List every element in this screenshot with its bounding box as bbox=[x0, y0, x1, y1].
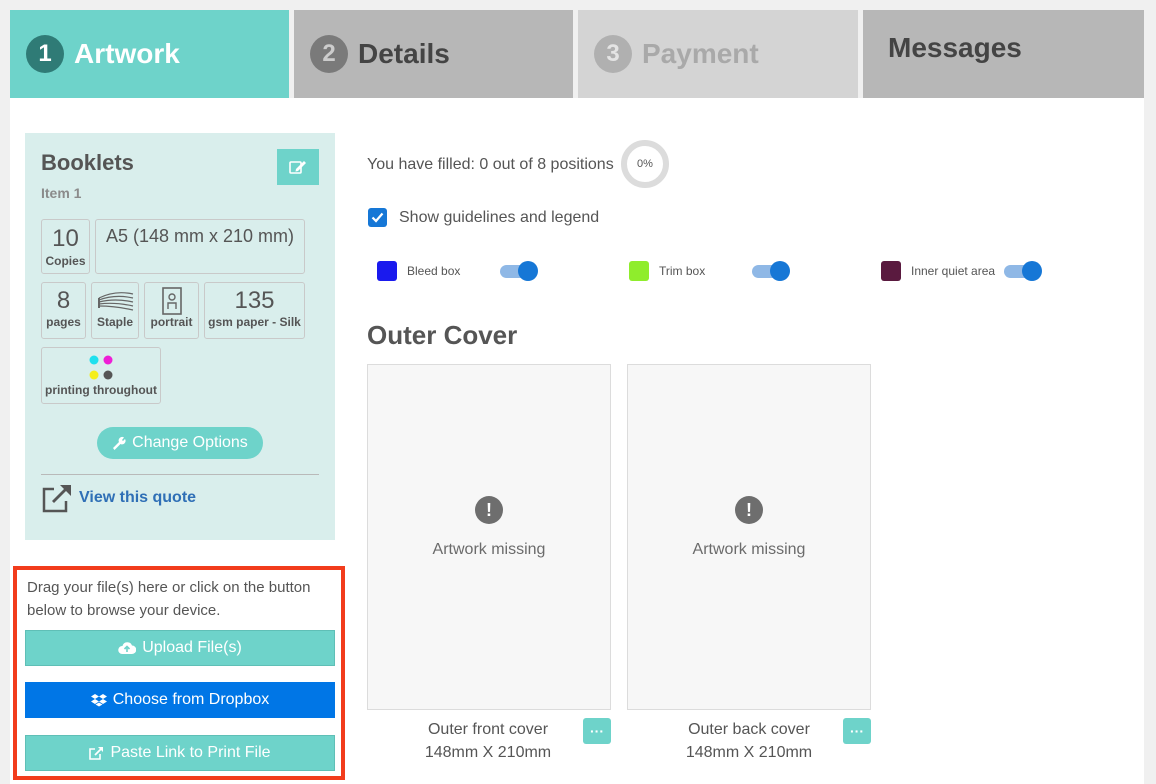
artwork-slot-back[interactable]: ! Artwork missing bbox=[627, 364, 871, 710]
section-title: Outer Cover bbox=[367, 320, 518, 350]
legend-trim-box: Trim box bbox=[629, 261, 705, 281]
guidelines-toggle[interactable]: Show guidelines and legend bbox=[368, 208, 599, 227]
bleed-box-swatch bbox=[377, 261, 397, 281]
step-tabs: 1 Artwork 2 Details 3 Payment Messages bbox=[10, 10, 1144, 98]
tab-details[interactable]: 2 Details bbox=[294, 10, 573, 98]
warning-icon: ! bbox=[735, 496, 763, 524]
tab-artwork[interactable]: 1 Artwork bbox=[10, 10, 289, 98]
front-cover-name: Outer front cover bbox=[427, 721, 549, 738]
inner-quiet-label: Inner quiet area bbox=[911, 264, 996, 278]
trim-box-toggle[interactable] bbox=[752, 261, 790, 281]
guidelines-label: Show guidelines and legend bbox=[399, 208, 600, 226]
cmyk-dots-icon bbox=[89, 355, 113, 380]
upload-files-label: Upload File(s) bbox=[142, 639, 242, 656]
front-cover-more-button[interactable]: ··· bbox=[583, 718, 611, 744]
pages-spec: 8 pages bbox=[41, 282, 86, 339]
bleed-box-toggle[interactable] bbox=[500, 261, 538, 281]
size-value: A5 (148 mm x 210 mm) bbox=[105, 226, 295, 246]
guidelines-checkbox[interactable] bbox=[368, 208, 387, 227]
summary-divider bbox=[41, 474, 319, 475]
fill-progress-text: You have filled: 0 out of 8 positions bbox=[367, 156, 614, 173]
warning-icon: ! bbox=[475, 496, 503, 524]
tab-payment[interactable]: 3 Payment bbox=[578, 10, 858, 98]
paper-weight-value: 135 bbox=[234, 287, 275, 314]
step-number-2: 2 bbox=[310, 35, 348, 73]
external-link-small-icon bbox=[89, 747, 104, 760]
binding-label: Staple bbox=[96, 315, 133, 329]
pages-label: pages bbox=[46, 315, 81, 329]
main-content: Booklets Item 1 10 Copies A5 (148 mm x 2… bbox=[10, 98, 1144, 784]
staple-binding-icon bbox=[98, 292, 134, 311]
tab-payment-label: Payment bbox=[642, 38, 759, 69]
back-cover-caption: Outer back cover 148mm X 210mm bbox=[669, 718, 829, 764]
print-label: printing throughout bbox=[45, 383, 157, 397]
paste-link-button[interactable]: Paste Link to Print File bbox=[25, 735, 335, 771]
upload-instructions: Drag your file(s) here or click on the b… bbox=[27, 579, 311, 619]
dropbox-icon bbox=[90, 694, 107, 707]
upload-drop-zone[interactable]: Drag your file(s) here or click on the b… bbox=[13, 566, 345, 780]
step-number-3: 3 bbox=[594, 35, 632, 73]
back-cover-more-button[interactable]: ··· bbox=[843, 718, 871, 744]
checkmark-icon bbox=[371, 212, 384, 223]
fill-progress-ring: 0% bbox=[621, 140, 669, 188]
fill-progress-percent: 0% bbox=[637, 158, 653, 170]
tab-messages[interactable]: Messages bbox=[863, 10, 1144, 98]
copies-value: 10 bbox=[52, 225, 79, 252]
back-cover-name: Outer back cover bbox=[688, 721, 810, 738]
edit-button[interactable] bbox=[277, 149, 319, 185]
size-spec: A5 (148 mm x 210 mm) bbox=[95, 219, 305, 274]
item-number: Item 1 bbox=[41, 185, 82, 201]
inner-quiet-toggle[interactable] bbox=[1004, 261, 1042, 281]
orientation-label: portrait bbox=[150, 315, 193, 329]
artwork-missing-text: Artwork missing bbox=[432, 541, 546, 558]
inner-quiet-swatch bbox=[881, 261, 901, 281]
view-quote-label: View this quote bbox=[79, 489, 197, 506]
choose-dropbox-label: Choose from Dropbox bbox=[112, 691, 270, 708]
portrait-icon bbox=[161, 287, 182, 315]
change-options-button[interactable]: Change Options bbox=[97, 427, 263, 459]
order-summary-card: Booklets Item 1 10 Copies A5 (148 mm x 2… bbox=[25, 133, 335, 540]
tab-details-label: Details bbox=[358, 38, 450, 69]
upload-files-button[interactable]: Upload File(s) bbox=[25, 630, 335, 666]
binding-spec: Staple bbox=[91, 282, 139, 339]
back-cover-size: 148mm X 210mm bbox=[685, 744, 813, 761]
cloud-upload-icon bbox=[118, 642, 137, 654]
wrench-icon bbox=[113, 436, 126, 450]
copies-label: Copies bbox=[45, 254, 86, 268]
change-options-label: Change Options bbox=[132, 434, 248, 451]
artwork-slot-front[interactable]: ! Artwork missing bbox=[367, 364, 611, 710]
legend-inner-quiet-area: Inner quiet area bbox=[881, 261, 995, 281]
artwork-missing-text: Artwork missing bbox=[692, 541, 806, 558]
paper-type-label: gsm paper - Silk bbox=[208, 315, 301, 329]
paper-spec: 135 gsm paper - Silk bbox=[204, 282, 305, 339]
view-quote-link[interactable]: View this quote bbox=[41, 483, 196, 513]
bleed-box-label: Bleed box bbox=[407, 264, 461, 278]
pages-value: 8 bbox=[56, 287, 71, 314]
step-number-1: 1 bbox=[26, 35, 64, 73]
front-cover-caption: Outer front cover 148mm X 210mm bbox=[408, 718, 568, 764]
legend-bleed-box: Bleed box bbox=[377, 261, 460, 281]
edit-icon bbox=[289, 161, 306, 174]
trim-box-swatch bbox=[629, 261, 649, 281]
product-title: Booklets bbox=[41, 150, 134, 175]
front-cover-size: 148mm X 210mm bbox=[424, 744, 552, 761]
copies-spec: 10 Copies bbox=[41, 219, 90, 274]
tab-artwork-label: Artwork bbox=[74, 38, 180, 69]
tab-messages-label: Messages bbox=[888, 32, 1022, 63]
external-link-icon bbox=[42, 485, 71, 513]
orientation-spec: portrait bbox=[144, 282, 199, 339]
print-spec: printing throughout bbox=[41, 347, 161, 404]
paste-link-label: Paste Link to Print File bbox=[110, 744, 271, 761]
trim-box-label: Trim box bbox=[659, 264, 706, 278]
choose-dropbox-button[interactable]: Choose from Dropbox bbox=[25, 682, 335, 718]
